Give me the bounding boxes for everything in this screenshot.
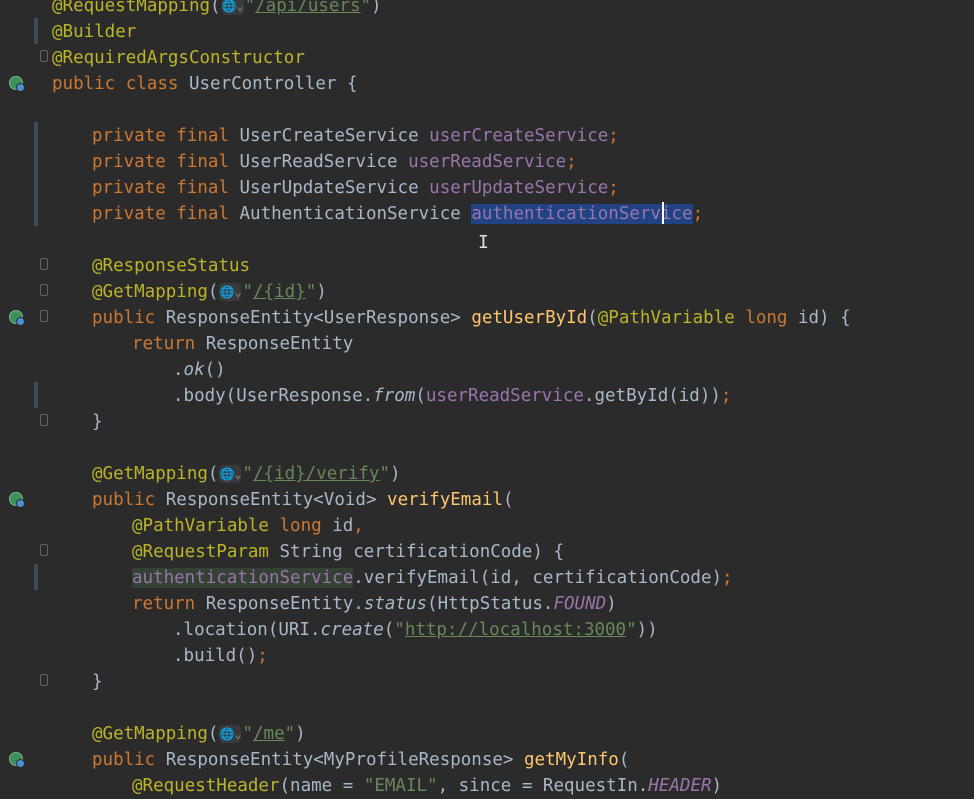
annotation: @GetMapping — [92, 724, 208, 744]
code-line[interactable]: @GetMapping(🌐⌄"/{id}") — [52, 279, 327, 305]
code-line[interactable]: @RequiredArgsConstructor — [52, 45, 305, 71]
field-name: userUpdateService — [429, 178, 609, 198]
web-endpoint-icon[interactable]: 🌐⌄ — [219, 465, 242, 483]
code-line[interactable]: @RequestMapping(🌐⌄"/api/users") — [52, 0, 382, 19]
editor-gutter — [0, 0, 50, 779]
fold-marker-icon[interactable] — [40, 284, 48, 296]
method-name: verifyEmail — [387, 490, 503, 510]
code-line[interactable]: .ok() — [52, 357, 226, 383]
annotation: @GetMapping — [92, 464, 208, 484]
code-line[interactable]: } — [52, 409, 103, 435]
code-line[interactable]: return ResponseEntity.status(HttpStatus.… — [52, 591, 617, 617]
text-caret — [662, 202, 664, 224]
code-line[interactable]: @Builder — [52, 19, 136, 45]
annotation: @Builder — [52, 22, 137, 42]
fold-marker-icon[interactable] — [40, 674, 48, 686]
annotation: @RequiredArgsConstructor — [52, 48, 305, 68]
change-marker — [34, 122, 38, 226]
fold-marker-icon[interactable] — [40, 258, 48, 270]
url-link[interactable]: /api/users — [255, 0, 360, 16]
field-name: userReadService — [408, 152, 567, 172]
code-line[interactable]: @RequestHeader(name = "EMAIL", since = R… — [52, 773, 722, 799]
change-marker — [34, 382, 38, 408]
annotation: @RequestMapping — [52, 0, 211, 16]
code-line[interactable]: @RequestParam String certificationCode) … — [52, 539, 564, 565]
url-link[interactable]: /me — [253, 724, 285, 744]
fold-marker-icon[interactable] — [40, 310, 48, 322]
code-line[interactable]: @PathVariable long id, — [52, 513, 364, 539]
code-line[interactable]: @GetMapping(🌐⌄"/me") — [52, 721, 306, 747]
code-line[interactable]: private final UserCreateService userCrea… — [52, 123, 619, 149]
url-link[interactable]: /{id} — [253, 282, 306, 302]
method-name: getMyInfo — [524, 750, 619, 770]
run-gutter-icon[interactable] — [9, 752, 25, 768]
annotation: @GetMapping — [92, 282, 208, 302]
code-line[interactable]: private final UserUpdateService userUpda… — [52, 175, 619, 201]
run-gutter-icon[interactable] — [9, 76, 25, 92]
code-line[interactable]: @GetMapping(🌐⌄"/{id}/verify") — [52, 461, 401, 487]
code-line[interactable]: authenticationService.verifyEmail(id, ce… — [52, 565, 733, 591]
url-link[interactable]: /{id}/verify — [253, 464, 379, 484]
fold-marker-icon[interactable] — [40, 414, 48, 426]
code-line[interactable]: private final AuthenticationService auth… — [52, 201, 703, 227]
code-line[interactable]: .build(); — [52, 643, 268, 669]
text-cursor-icon: I — [478, 232, 489, 253]
change-marker — [34, 18, 38, 44]
change-marker — [34, 564, 38, 590]
fold-marker-icon[interactable] — [40, 544, 48, 556]
run-gutter-icon[interactable] — [9, 492, 25, 508]
code-line[interactable]: public class UserController { — [52, 71, 358, 97]
code-line[interactable]: public ResponseEntity<Void> verifyEmail( — [52, 487, 513, 513]
code-editor[interactable]: @RequestMapping(🌐⌄"/api/users") @Builder… — [0, 0, 974, 796]
code-line[interactable]: public ResponseEntity<UserResponse> getU… — [52, 305, 851, 331]
code-line[interactable]: } — [52, 669, 103, 695]
method-name: getUserById — [471, 308, 588, 328]
web-endpoint-icon[interactable]: 🌐⌄ — [219, 725, 242, 743]
class-name: UserController { — [188, 74, 358, 94]
code-line[interactable]: @ResponseStatus — [52, 253, 250, 279]
code-line[interactable]: .location(URI.create("http://localhost:3… — [52, 617, 658, 643]
code-line[interactable]: public ResponseEntity<MyProfileResponse>… — [52, 747, 629, 773]
fold-marker-icon[interactable] — [40, 50, 48, 62]
url-link[interactable]: http://localhost:3000 — [405, 620, 626, 640]
code-line[interactable]: .body(UserResponse.from(userReadService.… — [52, 383, 731, 409]
code-line[interactable]: return ResponseEntity — [52, 331, 353, 357]
field-name: userCreateService — [429, 126, 609, 146]
code-line[interactable]: private final UserReadService userReadSe… — [52, 149, 577, 175]
selected-text[interactable]: authenticationService — [471, 204, 693, 224]
web-endpoint-icon[interactable]: 🌐⌄ — [219, 283, 242, 301]
annotation: @ResponseStatus — [92, 256, 251, 276]
web-endpoint-icon[interactable]: 🌐⌄ — [221, 0, 244, 15]
